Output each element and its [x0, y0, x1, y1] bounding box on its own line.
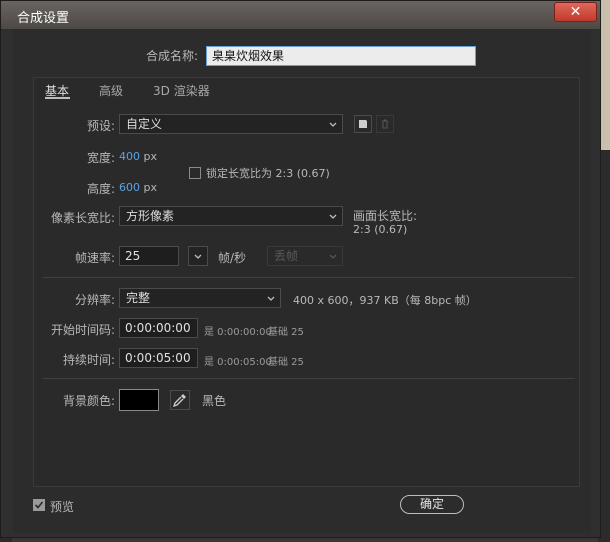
frame-aspect-value: 2:3 (0.67) — [353, 223, 408, 236]
height-label: 高度: — [86, 182, 115, 196]
active-tab-indicator — [45, 97, 70, 99]
duration-base: 基础 25 — [268, 357, 304, 368]
preview-label: 预览 — [50, 500, 75, 514]
resolution-value: 完整 — [126, 291, 151, 305]
duration-note: 是 0:00:05:00 — [204, 357, 272, 368]
chevron-down-icon — [329, 213, 337, 221]
chevron-down-icon — [194, 253, 202, 261]
composition-settings-dialog: 合成设置 ✕ 合成名称: 臬臬炊烟效果 基本 高级 3D 渲染器 预设: 自定义 — [0, 0, 601, 538]
width-unit: px — [143, 150, 158, 163]
start-timecode-note: 是 0:00:00:00 — [204, 327, 272, 338]
drop-frame-dropdown[interactable]: 丢帧 — [267, 246, 343, 266]
resolution-info: 400 x 600，937 KB（每 8bpc 帧） — [293, 294, 477, 307]
section-divider — [43, 378, 575, 379]
new-preset-icon — [359, 120, 367, 128]
dialog-content: 合成名称: 臬臬炊烟效果 基本 高级 3D 渲染器 预设: 自定义 宽度: 40… — [13, 29, 591, 533]
pixel-aspect-dropdown[interactable]: 方形像素 — [119, 206, 343, 226]
preview-checkbox[interactable] — [33, 499, 45, 511]
preset-value: 自定义 — [126, 117, 163, 131]
save-preset-button[interactable] — [354, 115, 372, 133]
start-timecode-label: 开始时间码: — [50, 323, 115, 337]
frame-rate-dropdown[interactable] — [188, 246, 208, 266]
chevron-down-icon — [329, 253, 337, 261]
lock-aspect-label: 锁定长宽比为 2:3 (0.67) — [206, 167, 330, 180]
delete-preset-button[interactable] — [376, 115, 394, 133]
width-label: 宽度: — [86, 151, 115, 165]
pixel-aspect-label: 像素长宽比: — [50, 211, 115, 225]
background-color-name: 黑色 — [202, 394, 227, 408]
drop-frame-value: 丢帧 — [274, 249, 299, 263]
dialog-title: 合成设置 — [17, 11, 70, 26]
height-value: 600 — [119, 181, 140, 194]
duration-label: 持续时间: — [62, 353, 115, 367]
trash-icon — [382, 119, 388, 129]
pixel-aspect-value: 方形像素 — [126, 209, 175, 223]
resolution-label: 分辨率: — [74, 293, 115, 307]
comp-name-input[interactable]: 臬臬炊烟效果 — [206, 46, 476, 66]
frame-rate-unit: 帧/秒 — [218, 251, 247, 265]
settings-panel — [33, 77, 580, 487]
frame-rate-input[interactable]: 25 — [119, 246, 179, 266]
lock-aspect-checkbox[interactable] — [189, 167, 201, 179]
frame-aspect-label: 画面长宽比: — [353, 209, 418, 223]
section-divider — [43, 277, 575, 278]
tab-advanced[interactable]: 高级 — [99, 82, 123, 99]
chevron-down-icon — [267, 295, 275, 303]
tab-3d-renderer[interactable]: 3D 渲染器 — [153, 82, 210, 99]
width-field[interactable]: 400 px — [119, 150, 157, 163]
resolution-dropdown[interactable]: 完整 — [119, 288, 281, 308]
duration-input[interactable]: 0:00:05:00 — [119, 348, 198, 368]
height-unit: px — [143, 181, 158, 194]
checkmark-icon — [34, 501, 44, 509]
preset-label: 预设: — [86, 119, 115, 133]
eyedropper-icon — [172, 394, 186, 408]
preset-dropdown[interactable]: 自定义 — [119, 114, 343, 134]
title-bar[interactable]: 合成设置 ✕ — [1, 1, 600, 29]
background-color-swatch[interactable] — [119, 389, 159, 411]
comp-name-label: 合成名称: — [146, 49, 199, 63]
height-field[interactable]: 600 px — [119, 181, 157, 194]
close-icon: ✕ — [569, 4, 582, 20]
frame-rate-label: 帧速率: — [74, 251, 115, 265]
tab-bar: 基本 高级 3D 渲染器 — [33, 77, 580, 99]
start-timecode-base: 基础 25 — [268, 327, 304, 338]
start-timecode-input[interactable]: 0:00:00:00 — [119, 318, 198, 338]
width-value: 400 — [119, 150, 140, 163]
ok-button[interactable]: 确定 — [400, 495, 464, 514]
background-color-label: 背景颜色: — [62, 394, 115, 408]
chevron-down-icon — [329, 121, 337, 129]
eyedropper-button[interactable] — [170, 390, 190, 410]
close-button[interactable]: ✕ — [554, 2, 597, 22]
